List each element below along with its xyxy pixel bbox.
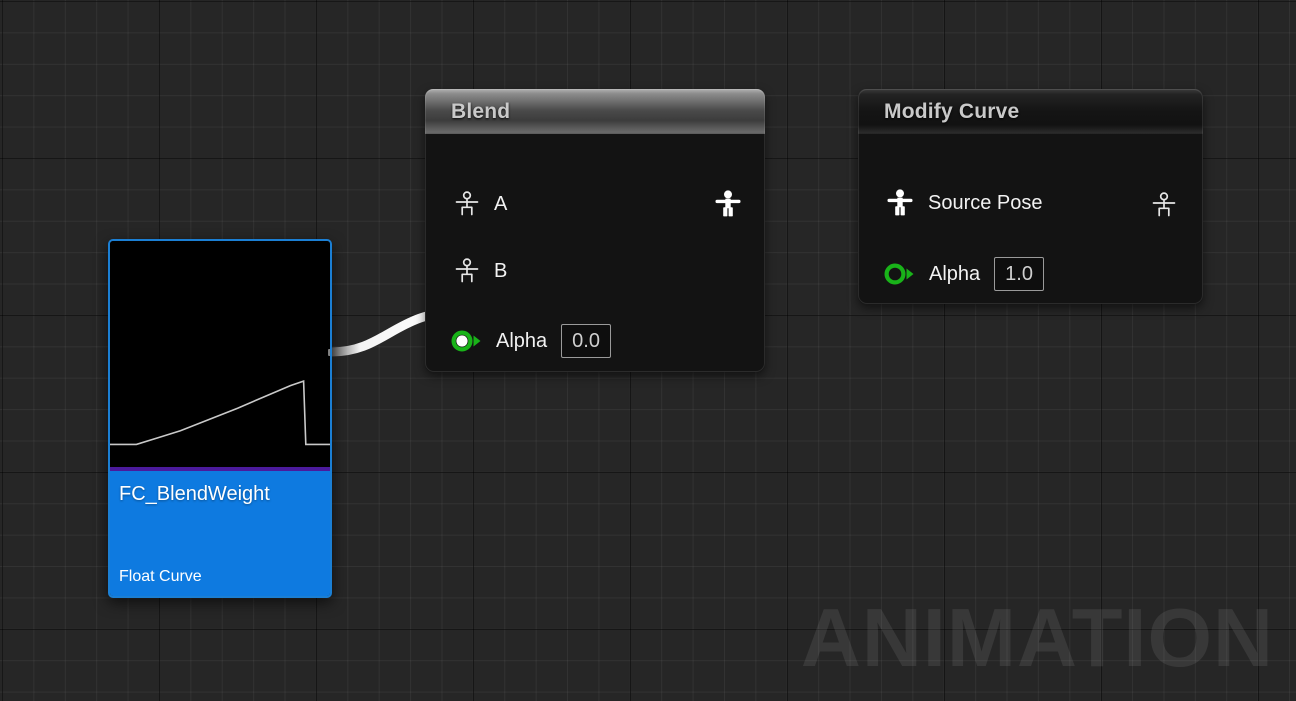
asset-type-label: Float Curve <box>119 568 202 585</box>
pose-pin-icon[interactable] <box>1150 191 1178 219</box>
float-pin-icon[interactable] <box>884 263 916 285</box>
pose-pin-icon[interactable] <box>453 190 481 218</box>
node-blend-body: A B Alpha 0.0 <box>425 134 765 372</box>
blueprint-graph-canvas[interactable]: Blend A B Alpha 0.0 Modify Curve Source … <box>0 0 1296 701</box>
asset-name-label: FC_BlendWeight <box>119 483 270 505</box>
pin-label-blend-a: A <box>494 192 508 215</box>
pin-row-blend-a[interactable]: A <box>453 189 507 219</box>
node-modify-curve-title: Modify Curve <box>884 99 1020 123</box>
pose-pin-icon[interactable] <box>885 188 915 218</box>
node-modify-curve[interactable]: Modify Curve Source Pose Alpha 1.0 <box>858 89 1203 304</box>
node-blend-title: Blend <box>451 99 511 123</box>
node-modify-curve-header[interactable]: Modify Curve <box>858 89 1203 134</box>
pin-label-blend-alpha: Alpha <box>496 329 548 352</box>
pin-row-modify-curve-output[interactable] <box>1150 190 1178 220</box>
pin-row-blend-b[interactable]: B <box>453 256 507 286</box>
pose-pin-icon[interactable] <box>453 257 481 285</box>
blend-alpha-value-field[interactable]: 0.0 <box>561 324 611 358</box>
pin-label-source-pose: Source Pose <box>928 191 1043 214</box>
asset-output-pin[interactable] <box>328 349 330 356</box>
asset-info-panel: FC_BlendWeight Float Curve <box>110 471 330 596</box>
node-modify-curve-body: Source Pose Alpha 1.0 <box>858 134 1203 304</box>
node-blend[interactable]: Blend A B Alpha 0.0 <box>425 89 765 372</box>
float-pin-icon[interactable] <box>451 330 483 352</box>
asset-thumbnail <box>110 241 330 467</box>
modify-curve-alpha-value-field[interactable]: 1.0 <box>994 257 1044 291</box>
pin-label-blend-b: B <box>494 259 508 282</box>
pose-pin-icon[interactable] <box>713 189 743 219</box>
asset-node-float-curve[interactable]: FC_BlendWeight Float Curve <box>108 239 332 598</box>
pin-label-modify-curve-alpha: Alpha <box>929 262 981 285</box>
curve-preview-graph <box>110 379 330 446</box>
pin-row-blend-output[interactable] <box>713 189 743 219</box>
node-blend-header[interactable]: Blend <box>425 89 765 134</box>
animation-watermark: ANIMATION <box>800 591 1274 684</box>
pin-row-blend-alpha[interactable]: Alpha 0.0 <box>451 324 611 358</box>
pin-row-modify-curve-alpha[interactable]: Alpha 1.0 <box>884 257 1044 291</box>
pin-row-source-pose[interactable]: Source Pose <box>885 188 1043 218</box>
